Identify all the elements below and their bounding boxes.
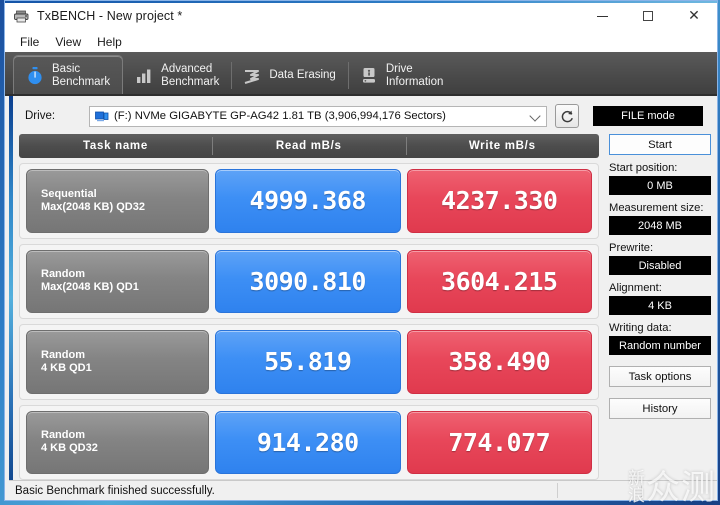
task-name-cell: Sequential Max(2048 KB) QD32 — [26, 169, 209, 233]
table-row: Random 4 KB QD32 914.280 774.077 — [19, 404, 599, 480]
table-header-row: Task name Read mB/s Write mB/s — [19, 134, 599, 158]
tab-strip: Basic Benchmark Advanced Benchmark Data … — [5, 52, 717, 96]
drive-label: Drive: — [25, 110, 56, 122]
tab-drive-information[interactable]: Drive Information — [347, 55, 456, 96]
task-name-line2: Max(2048 KB) QD1 — [41, 281, 139, 294]
tab-advanced-benchmark[interactable]: Advanced Benchmark — [123, 55, 231, 96]
window-controls: ✕ — [579, 1, 717, 31]
task-name-line1: Random — [41, 348, 85, 361]
results-column: Task name Read mB/s Write mB/s Sequentia… — [19, 134, 599, 480]
label-measurement-size: Measurement size: — [609, 202, 704, 214]
table-row: Random 4 KB QD1 55.819 358.490 — [19, 324, 599, 400]
tab-basic-benchmark[interactable]: Basic Benchmark — [13, 55, 124, 96]
refresh-button[interactable] — [555, 104, 579, 128]
stopwatch-icon — [25, 66, 45, 86]
menu-item-help[interactable]: Help — [90, 33, 131, 51]
value-writing-data[interactable]: Random number — [609, 336, 711, 355]
write-speed-value: 774.077 — [406, 410, 592, 474]
task-name-cell: Random 4 KB QD32 — [26, 410, 209, 474]
task-name-line2: 4 KB QD32 — [41, 442, 98, 455]
label-alignment: Alignment: — [609, 282, 662, 294]
window-title: TxBENCH - New project * — [37, 9, 183, 23]
menu-item-file[interactable]: File — [13, 33, 48, 51]
task-name-line2: 4 KB QD1 — [41, 361, 92, 374]
status-bar: Basic Benchmark finished successfully. — [9, 480, 717, 500]
task-options-button[interactable]: Task options — [609, 366, 711, 387]
tab-label-drive-information: Drive Information — [385, 62, 444, 88]
task-name-cell: Random Max(2048 KB) QD1 — [26, 249, 209, 313]
results-rows: Sequential Max(2048 KB) QD32 4999.368 42… — [19, 158, 599, 480]
titlebar-accent — [5, 1, 717, 3]
refresh-icon — [561, 110, 573, 122]
task-name-line1: Random — [41, 429, 85, 442]
printer-icon — [13, 8, 30, 25]
drive-selection-row: Drive: (F:) NVMe GIGABYTE GP-AG42 1.81 T… — [9, 96, 717, 134]
left-edge-accent — [9, 96, 13, 500]
task-name-cell: Random 4 KB QD1 — [26, 330, 209, 394]
task-name-line1: Sequential — [41, 187, 97, 200]
write-speed-value: 4237.330 — [406, 169, 592, 233]
start-button[interactable]: Start — [609, 134, 711, 155]
read-speed-value: 914.280 — [215, 410, 401, 474]
tab-label-data-erasing: Data Erasing — [269, 69, 336, 81]
read-speed-value: 3090.810 — [215, 249, 401, 313]
write-speed-value: 3604.215 — [406, 249, 592, 313]
table-row: Sequential Max(2048 KB) QD32 4999.368 42… — [19, 163, 599, 239]
close-icon: ✕ — [688, 8, 700, 24]
menu-item-view[interactable]: View — [48, 33, 90, 51]
value-measurement-size[interactable]: 2048 MB — [609, 216, 711, 235]
tab-data-erasing[interactable]: Data Erasing — [231, 55, 347, 96]
value-prewrite[interactable]: Disabled — [609, 256, 711, 275]
column-header-read: Read mB/s — [212, 134, 406, 158]
eraser-icon — [242, 66, 262, 86]
application-window: TxBENCH - New project * ✕ File View Help… — [4, 0, 718, 501]
maximize-icon — [643, 11, 653, 21]
value-alignment[interactable]: 4 KB — [609, 296, 711, 315]
settings-sidebar: Start Start position: 0 MB Measurement s… — [609, 134, 711, 480]
minimize-button[interactable] — [579, 1, 625, 31]
tab-label-basic-benchmark: Basic Benchmark — [52, 63, 111, 88]
menu-bar: File View Help — [5, 31, 717, 52]
main-body: Drive: (F:) NVMe GIGABYTE GP-AG42 1.81 T… — [5, 96, 717, 500]
label-prewrite: Prewrite: — [609, 242, 654, 254]
label-start-position: Start position: — [609, 162, 678, 174]
status-divider — [641, 483, 642, 498]
content-split: Task name Read mB/s Write mB/s Sequentia… — [9, 134, 717, 480]
drive-info-icon — [359, 66, 379, 86]
hdd-icon — [95, 110, 109, 122]
table-row: Random Max(2048 KB) QD1 3090.810 3604.21… — [19, 243, 599, 319]
status-divider — [557, 483, 558, 498]
history-button[interactable]: History — [609, 398, 711, 419]
task-name-line2: Max(2048 KB) QD32 — [41, 200, 145, 213]
maximize-button[interactable] — [625, 1, 671, 31]
minimize-icon — [596, 15, 608, 17]
column-header-task-name: Task name — [83, 140, 148, 152]
status-message: Basic Benchmark finished successfully. — [15, 484, 215, 497]
drive-select[interactable]: (F:) NVMe GIGABYTE GP-AG42 1.81 TB (3,90… — [89, 105, 547, 127]
bar-chart-icon — [134, 66, 154, 86]
read-speed-value: 4999.368 — [215, 169, 401, 233]
drive-select-value: (F:) NVMe GIGABYTE GP-AG42 1.81 TB (3,90… — [114, 110, 446, 122]
file-mode-badge: FILE mode — [593, 106, 703, 126]
close-button[interactable]: ✕ — [671, 1, 717, 31]
tab-label-advanced-benchmark: Advanced Benchmark — [161, 62, 220, 88]
label-writing-data: Writing data: — [609, 322, 672, 334]
value-start-position[interactable]: 0 MB — [609, 176, 711, 195]
title-bar: TxBENCH - New project * ✕ — [5, 1, 717, 31]
write-speed-value: 358.490 — [406, 330, 592, 394]
read-speed-value: 55.819 — [215, 330, 401, 394]
task-name-line1: Random — [41, 268, 85, 281]
column-header-write: Write mB/s — [405, 134, 600, 158]
chevron-down-icon[interactable] — [530, 110, 542, 122]
